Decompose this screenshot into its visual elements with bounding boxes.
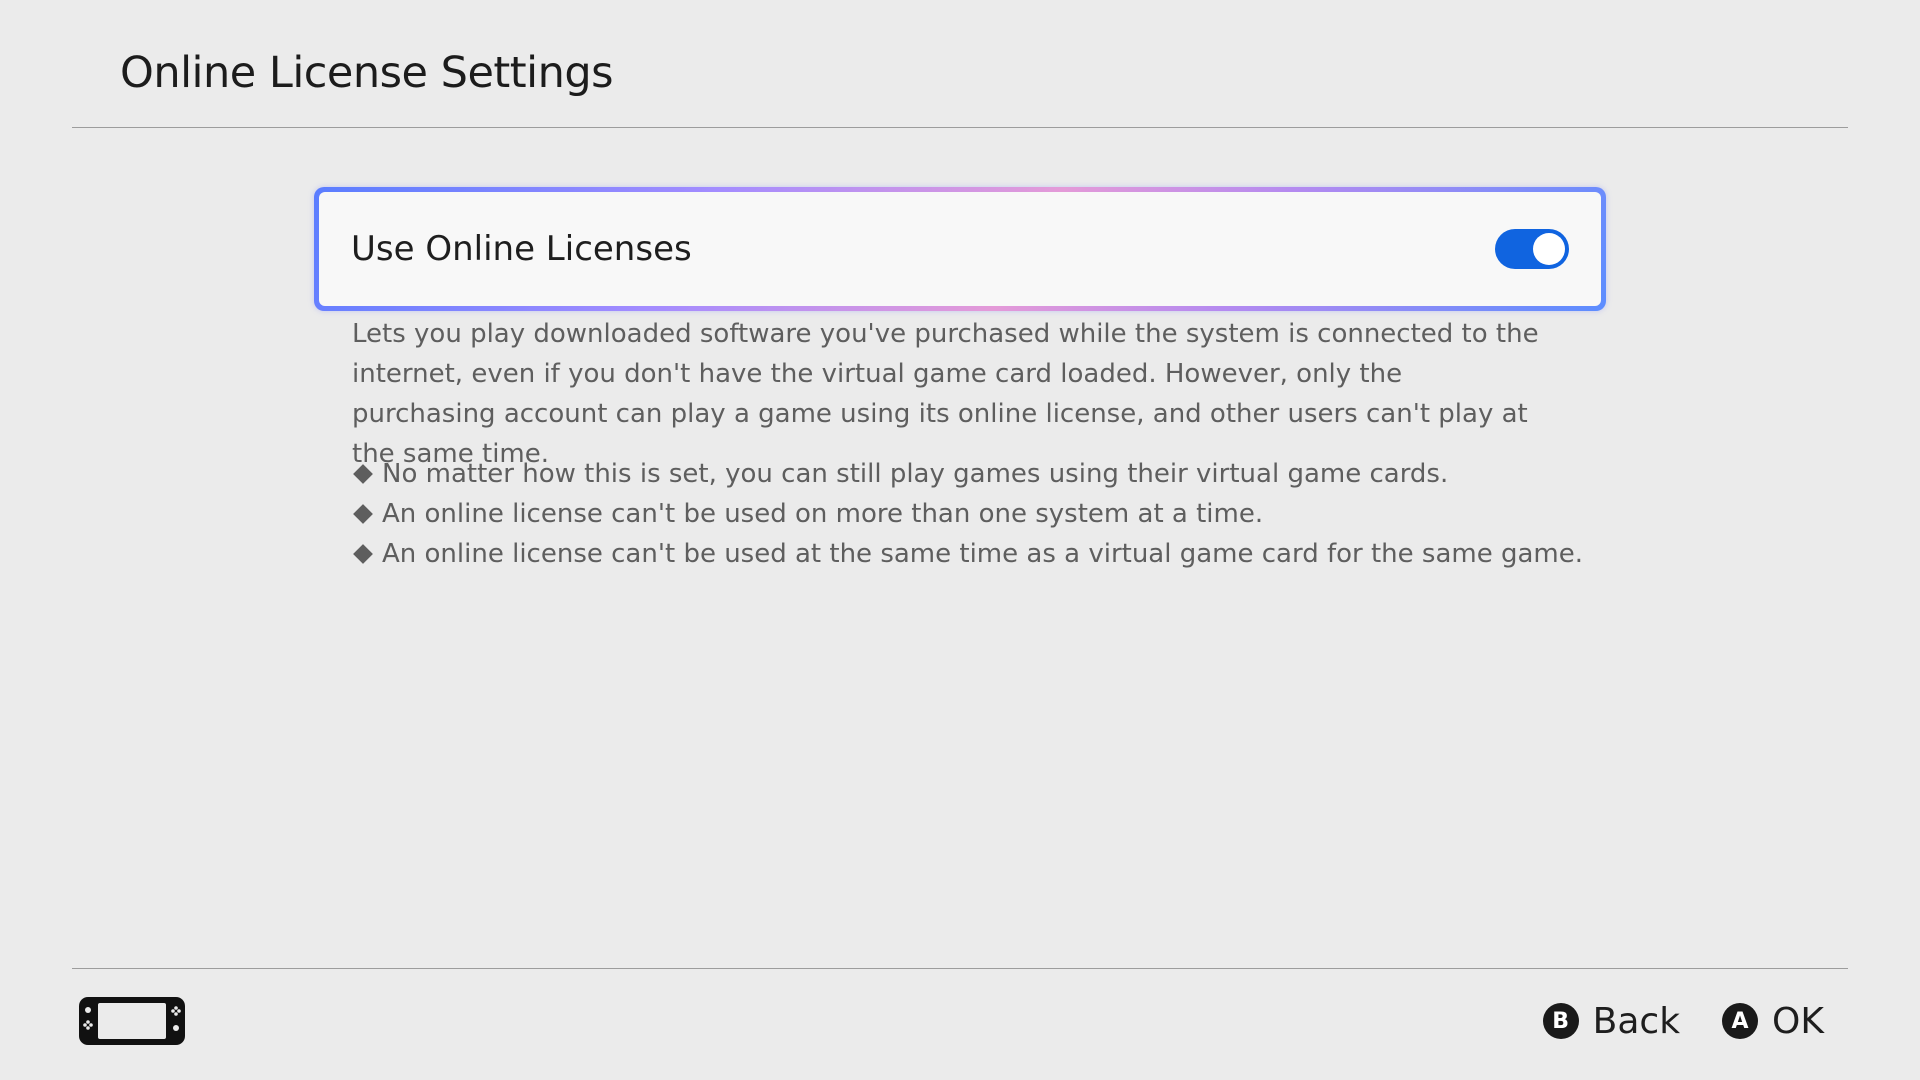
diamond-bullet-icon <box>353 544 373 564</box>
note-text: No matter how this is set, you can still… <box>382 459 1449 489</box>
page-title: Online License Settings <box>120 48 614 98</box>
setting-label: Use Online Licenses <box>351 229 692 269</box>
notes-list: No matter how this is set, you can still… <box>352 454 1583 574</box>
note-text: An online license can't be used at the s… <box>382 539 1584 569</box>
footer-actions: B Back A OK <box>1501 996 1824 1046</box>
list-item: No matter how this is set, you can still… <box>352 454 1583 494</box>
ok-button[interactable]: A OK <box>1722 1001 1824 1042</box>
setting-description: Lets you play downloaded software you've… <box>352 319 1539 469</box>
online-licenses-toggle[interactable] <box>1495 229 1569 269</box>
back-button[interactable]: B Back <box>1542 1000 1681 1042</box>
diamond-bullet-icon <box>353 504 373 524</box>
footer-divider <box>72 968 1848 969</box>
toggle-knob <box>1533 233 1565 265</box>
setting-card-body[interactable]: Use Online Licenses <box>319 192 1601 306</box>
list-item: An online license can't be used on more … <box>352 494 1583 534</box>
b-button-icon: B <box>1542 1003 1579 1039</box>
note-text: An online license can't be used on more … <box>382 499 1264 529</box>
list-item: An online license can't be used at the s… <box>352 534 1583 574</box>
ok-label: OK <box>1772 1000 1824 1042</box>
back-label: Back <box>1592 1000 1681 1042</box>
use-online-licenses-setting[interactable]: Use Online Licenses <box>314 187 1606 311</box>
a-button-icon: A <box>1722 1003 1759 1039</box>
header-divider <box>72 127 1848 128</box>
handheld-console-icon <box>79 997 185 1045</box>
diamond-bullet-icon <box>353 464 373 484</box>
